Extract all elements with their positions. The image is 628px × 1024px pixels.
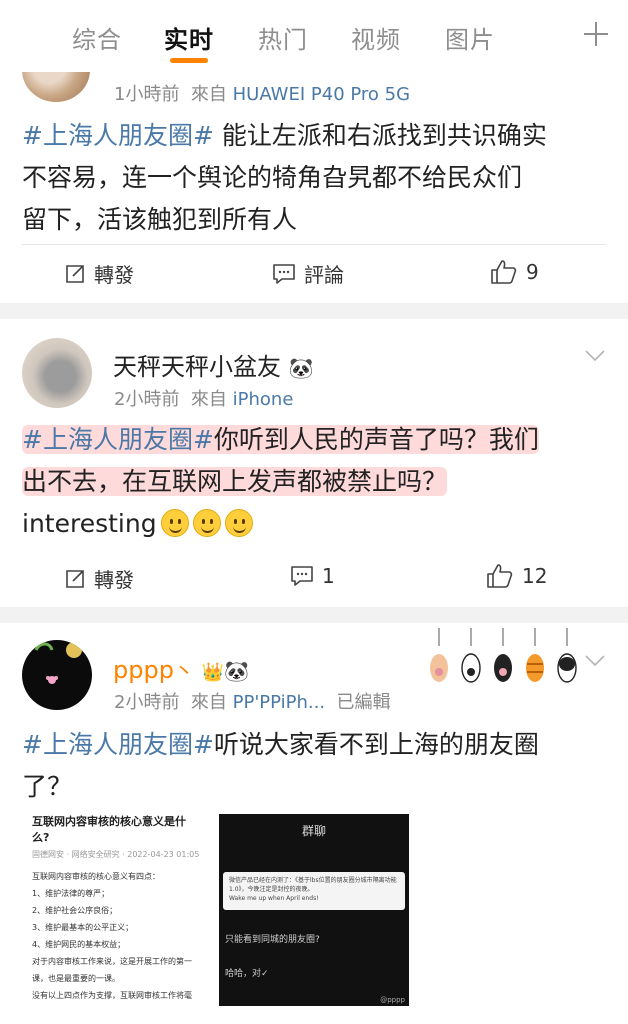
- post-text-line: 能让左派和右派找到共识确实: [221, 121, 547, 150]
- doc-line: 4、维护网民的基本权益；: [32, 940, 126, 949]
- paw-decoration-icon: [430, 628, 448, 682]
- post-source[interactable]: HUAWEI P40 Pro 5G: [233, 84, 410, 105]
- chat-message: 只能看到同城的朋友圈?: [225, 935, 320, 945]
- panda-icon: 🐼: [224, 659, 249, 683]
- post-image-document[interactable]: 互联网内容审核的核心意义是什 么? 固德网安 · 网络安全研究 · 2022-0…: [22, 814, 212, 1014]
- post-text: #上海人朋友圈# 能让左派和右派找到共识确实 不容易，连一个舆论的犄角旮旯都不给…: [22, 115, 612, 241]
- post-time: 2小時前: [114, 389, 180, 410]
- tab-hot[interactable]: 热门: [258, 20, 308, 55]
- comment-button[interactable]: 評論: [272, 259, 344, 288]
- repost-label: 轉發: [94, 263, 134, 287]
- avatar-image: [34, 642, 82, 684]
- post-text: #上海人朋友圈#你听到人民的声音了吗？我们 出不去，在互联网上发声都被禁止吗？ …: [22, 419, 612, 545]
- smile-emoji-icon: [224, 509, 253, 537]
- doc-title: 么?: [32, 831, 50, 844]
- repost-icon: [66, 569, 84, 588]
- smile-emoji-icon: [160, 509, 189, 537]
- plus-icon[interactable]: [584, 22, 608, 46]
- doc-line: 对于内容审核工作来说，这是开展工作的第一: [32, 957, 192, 966]
- post-time: 2小時前: [114, 692, 180, 713]
- tab-comprehensive[interactable]: 综合: [72, 20, 122, 55]
- post-text-line: 你听到人民的声音了吗？我们: [213, 425, 539, 454]
- doc-line: 没有以上四点作为支撑，互联网审核工作将毫: [32, 991, 192, 1000]
- post-separator: [0, 607, 628, 623]
- chevron-down-icon[interactable]: [585, 350, 605, 362]
- post-text-line: 出不去，在互联网上发声都被禁止吗？: [22, 467, 448, 496]
- repost-icon: [66, 264, 84, 283]
- post-text-line: interesting: [22, 509, 157, 538]
- hashtag-link[interactable]: #上海人朋友圈#: [22, 730, 214, 759]
- tab-realtime[interactable]: 实时: [164, 20, 214, 55]
- post-separator: [0, 303, 628, 319]
- post-time: 1小時前: [114, 84, 180, 105]
- like-count: 9: [526, 260, 539, 284]
- doc-line: 互联网内容审核的核心意义有四点：: [32, 872, 160, 881]
- post-text-line: 听说大家看不到上海的朋友圈: [213, 730, 539, 759]
- tab-images[interactable]: 图片: [445, 20, 495, 55]
- hashtag-link[interactable]: #上海人朋友圈#: [22, 425, 214, 454]
- source-prefix: 來自: [190, 692, 227, 713]
- vip-crown-icon: 👑: [201, 662, 224, 683]
- active-tab-indicator: [170, 58, 208, 63]
- avatar[interactable]: [22, 338, 92, 408]
- avatar[interactable]: [22, 640, 92, 710]
- post-text: #上海人朋友圈#听说大家看不到上海的朋友圈 了？: [22, 724, 612, 808]
- thumbs-up-icon: [491, 260, 517, 284]
- divider: [22, 244, 606, 245]
- doc-title: 互联网内容审核的核心意义是什: [32, 815, 186, 828]
- chat-bubble-text: Wake me up when April ends!: [229, 895, 319, 902]
- source-prefix: 來自: [190, 389, 227, 410]
- doc-line: 课，也是最重要的一课。: [32, 974, 120, 983]
- top-tab-bar: 综合 实时 热门 视频 图片: [0, 0, 628, 72]
- post-source[interactable]: PP'PPiPh...: [233, 692, 325, 713]
- post-text-line: 不容易，连一个舆论的犄角旮旯都不给民众们: [22, 163, 523, 192]
- panda-icon: 🐼: [288, 356, 314, 380]
- source-prefix: 來自: [190, 84, 227, 105]
- paw-decoration-icon: [526, 628, 544, 682]
- comment-label: 評論: [304, 263, 344, 287]
- image-watermark: @pppp: [380, 996, 405, 1004]
- repost-button[interactable]: 轉發: [64, 564, 134, 593]
- like-button[interactable]: 12: [486, 563, 547, 589]
- paw-decoration-icon: [461, 628, 481, 683]
- username[interactable]: pppp丶 👑🐼: [113, 655, 249, 684]
- doc-subtitle: 固德网安 · 网络安全研究 · 2022-04-23 01:05: [32, 850, 200, 859]
- username[interactable]: 天秤天秤小盆友 🐼: [113, 347, 314, 382]
- comment-icon: [273, 263, 295, 284]
- chat-message: 哈哈，对✓: [225, 969, 269, 979]
- comment-count: 1: [322, 564, 335, 588]
- comment-button[interactable]: 1: [290, 564, 335, 588]
- tab-video[interactable]: 视频: [351, 20, 401, 55]
- paw-decoration-icon: [557, 628, 577, 683]
- like-button[interactable]: 9: [490, 259, 539, 285]
- doc-line: 3、维护最基本的公平正义；: [32, 923, 134, 932]
- repost-label: 轉發: [94, 568, 134, 592]
- post-text-line: 了？: [22, 772, 73, 801]
- chat-bubble-text: 微信产品已经在内测了：《基于lbs位置的朋友圈分城市隔离功能1.0》，今晚注定是…: [229, 877, 397, 893]
- chat-title: 群聊: [301, 824, 326, 838]
- hashtag-link[interactable]: #上海人朋友圈#: [22, 121, 214, 150]
- smile-emoji-icon: [192, 509, 221, 537]
- post-text-line: 留下，活该触犯到所有人: [22, 205, 298, 234]
- repost-button[interactable]: 轉發: [64, 259, 134, 288]
- doc-line: 1、维护法律的尊严；: [32, 889, 110, 898]
- paw-decoration-icon: [494, 628, 512, 682]
- post-source[interactable]: iPhone: [233, 389, 294, 410]
- thumbs-up-icon: [487, 564, 513, 588]
- chevron-down-icon[interactable]: [585, 655, 605, 667]
- doc-line: 2、维护社会公序良俗；: [32, 906, 118, 915]
- like-count: 12: [522, 564, 548, 588]
- comment-icon: [291, 566, 313, 586]
- post-image-chat[interactable]: 群聊 微信产品已经在内测了：《基于lbs位置的朋友圈分城市隔离功能1.0》，今晚…: [219, 814, 409, 1006]
- edited-label: 已編輯: [336, 692, 391, 713]
- chat-bubble: 微信产品已经在内测了：《基于lbs位置的朋友圈分城市隔离功能1.0》，今晚注定是…: [223, 872, 405, 910]
